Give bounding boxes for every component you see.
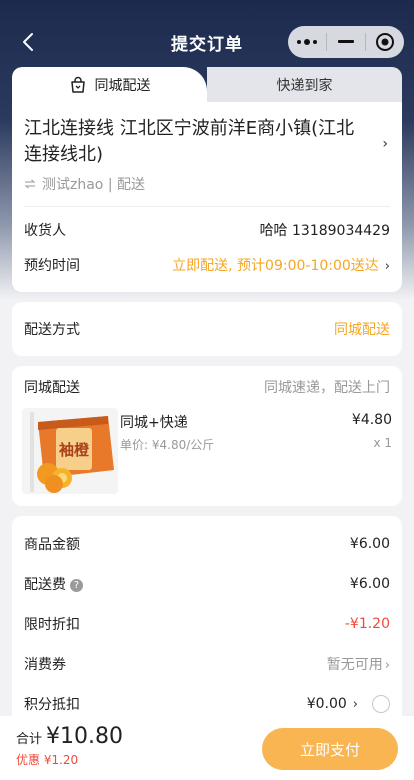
tab-label: 快递到家 bbox=[276, 78, 333, 94]
close-button[interactable] bbox=[366, 26, 404, 58]
shipping-value: ¥6.00 bbox=[349, 576, 390, 592]
tab-local-delivery[interactable]: 同城配送 bbox=[12, 67, 207, 103]
discount-label: 限时折扣 bbox=[24, 617, 80, 633]
points-radio[interactable] bbox=[372, 695, 390, 713]
delivery-tabs: 同城配送 快递到家 bbox=[12, 67, 402, 103]
target-icon bbox=[376, 33, 394, 51]
shipping-label: 配送费 bbox=[24, 577, 66, 593]
help-icon[interactable]: ? bbox=[70, 578, 83, 592]
product-price: ¥4.80 bbox=[351, 412, 392, 428]
schedule-value: 立即配送, 预计09:00-10:00送达 bbox=[172, 258, 379, 274]
delivery-method-label: 配送方式 bbox=[24, 322, 80, 338]
receiver-row: 收货人 哈哈 13189034429 bbox=[24, 218, 390, 242]
goods-section-note: 同城速递，配送上门 bbox=[264, 380, 390, 396]
product-box-text: 袖橙 bbox=[59, 441, 90, 459]
chevron-right-icon[interactable]: › bbox=[382, 136, 388, 152]
more-button[interactable] bbox=[288, 26, 326, 58]
price-summary-card: 商品金额 ¥6.00 配送费? ¥6.00 限时折扣 -¥1.20 消费券 暂无… bbox=[12, 516, 402, 736]
total-discount: 优惠 ¥1.20 bbox=[16, 753, 79, 767]
chevron-right-icon: › bbox=[384, 658, 390, 673]
receiver-value: 哈哈 13189034429 bbox=[259, 223, 390, 239]
more-dots-icon bbox=[297, 39, 317, 45]
chevron-right-icon: › bbox=[384, 259, 390, 274]
points-label: 积分抵扣 bbox=[24, 697, 80, 713]
delivery-method-card: 配送方式 同城配送 bbox=[12, 302, 402, 356]
total-amount: ¥10.80 bbox=[46, 724, 123, 749]
delivery-method-row[interactable]: 配送方式 同城配送 bbox=[24, 317, 390, 341]
chevron-left-icon bbox=[23, 33, 33, 51]
shipping-row: 配送费? ¥6.00 bbox=[24, 572, 390, 596]
goods-amount-value: ¥6.00 bbox=[349, 536, 390, 552]
swap-icon bbox=[24, 179, 36, 189]
mini-program-capsule bbox=[288, 26, 404, 58]
contact-text: 测试zhao | 配送 bbox=[42, 177, 145, 193]
divider bbox=[24, 206, 390, 207]
goods-amount-row: 商品金额 ¥6.00 bbox=[24, 532, 390, 556]
points-value: ¥0.00 bbox=[306, 696, 347, 712]
minus-icon bbox=[338, 40, 354, 43]
back-button[interactable] bbox=[16, 28, 40, 56]
delivery-method-value: 同城配送 bbox=[334, 322, 390, 338]
coupon-row[interactable]: 消费券 暂无可用 › bbox=[24, 652, 390, 676]
goods-header: 同城配送 同城速递，配送上门 bbox=[24, 375, 390, 399]
goods-amount-label: 商品金额 bbox=[24, 537, 80, 553]
address-line[interactable]: 江北连接线 江北区宁波前洋E商小镇(江北连接线北) bbox=[24, 116, 369, 168]
discount-value: -¥1.20 bbox=[344, 616, 390, 632]
discount-row: 限时折扣 -¥1.20 bbox=[24, 612, 390, 636]
tab-express[interactable]: 快递到家 bbox=[207, 67, 402, 103]
navigation-bar: 提交订单 bbox=[0, 22, 414, 62]
product-quantity: x 1 bbox=[373, 436, 392, 450]
points-row: 积分抵扣 ¥0.00 › bbox=[24, 692, 390, 716]
goods-section-label: 同城配送 bbox=[24, 380, 80, 396]
schedule-row[interactable]: 预约时间 立即配送, 预计09:00-10:00送达 › bbox=[24, 253, 390, 277]
bag-icon bbox=[69, 76, 87, 94]
minimize-button[interactable] bbox=[327, 26, 365, 58]
total-label: 合计 bbox=[16, 732, 43, 747]
address-card: 江北连接线 江北区宁波前洋E商小镇(江北连接线北) › 测试zhao | 配送 … bbox=[12, 102, 402, 292]
product-name: 同城+快递 bbox=[120, 415, 188, 431]
goods-card: 同城配送 同城速递，配送上门 袖橙 同城+快递 单价: ¥4.80/公斤 ¥4.… bbox=[12, 366, 402, 506]
schedule-label: 预约时间 bbox=[24, 258, 80, 274]
tab-label: 同城配送 bbox=[94, 78, 151, 94]
chevron-right-icon: › bbox=[352, 696, 358, 712]
coupon-label: 消费券 bbox=[24, 657, 66, 673]
product-image[interactable]: 袖橙 bbox=[22, 408, 118, 494]
address-contact: 测试zhao | 配送 bbox=[24, 174, 145, 194]
pay-now-button[interactable]: 立即支付 bbox=[262, 728, 398, 770]
coupon-value: 暂无可用 bbox=[326, 657, 383, 673]
receiver-label: 收货人 bbox=[24, 223, 66, 239]
checkout-bar: 合计 ¥10.80 优惠 ¥1.20 立即支付 bbox=[0, 716, 414, 780]
total-block: 合计 ¥10.80 优惠 ¥1.20 bbox=[16, 724, 123, 768]
product-unit-price: 单价: ¥4.80/公斤 bbox=[120, 438, 215, 452]
page-title: 提交订单 bbox=[171, 34, 243, 55]
